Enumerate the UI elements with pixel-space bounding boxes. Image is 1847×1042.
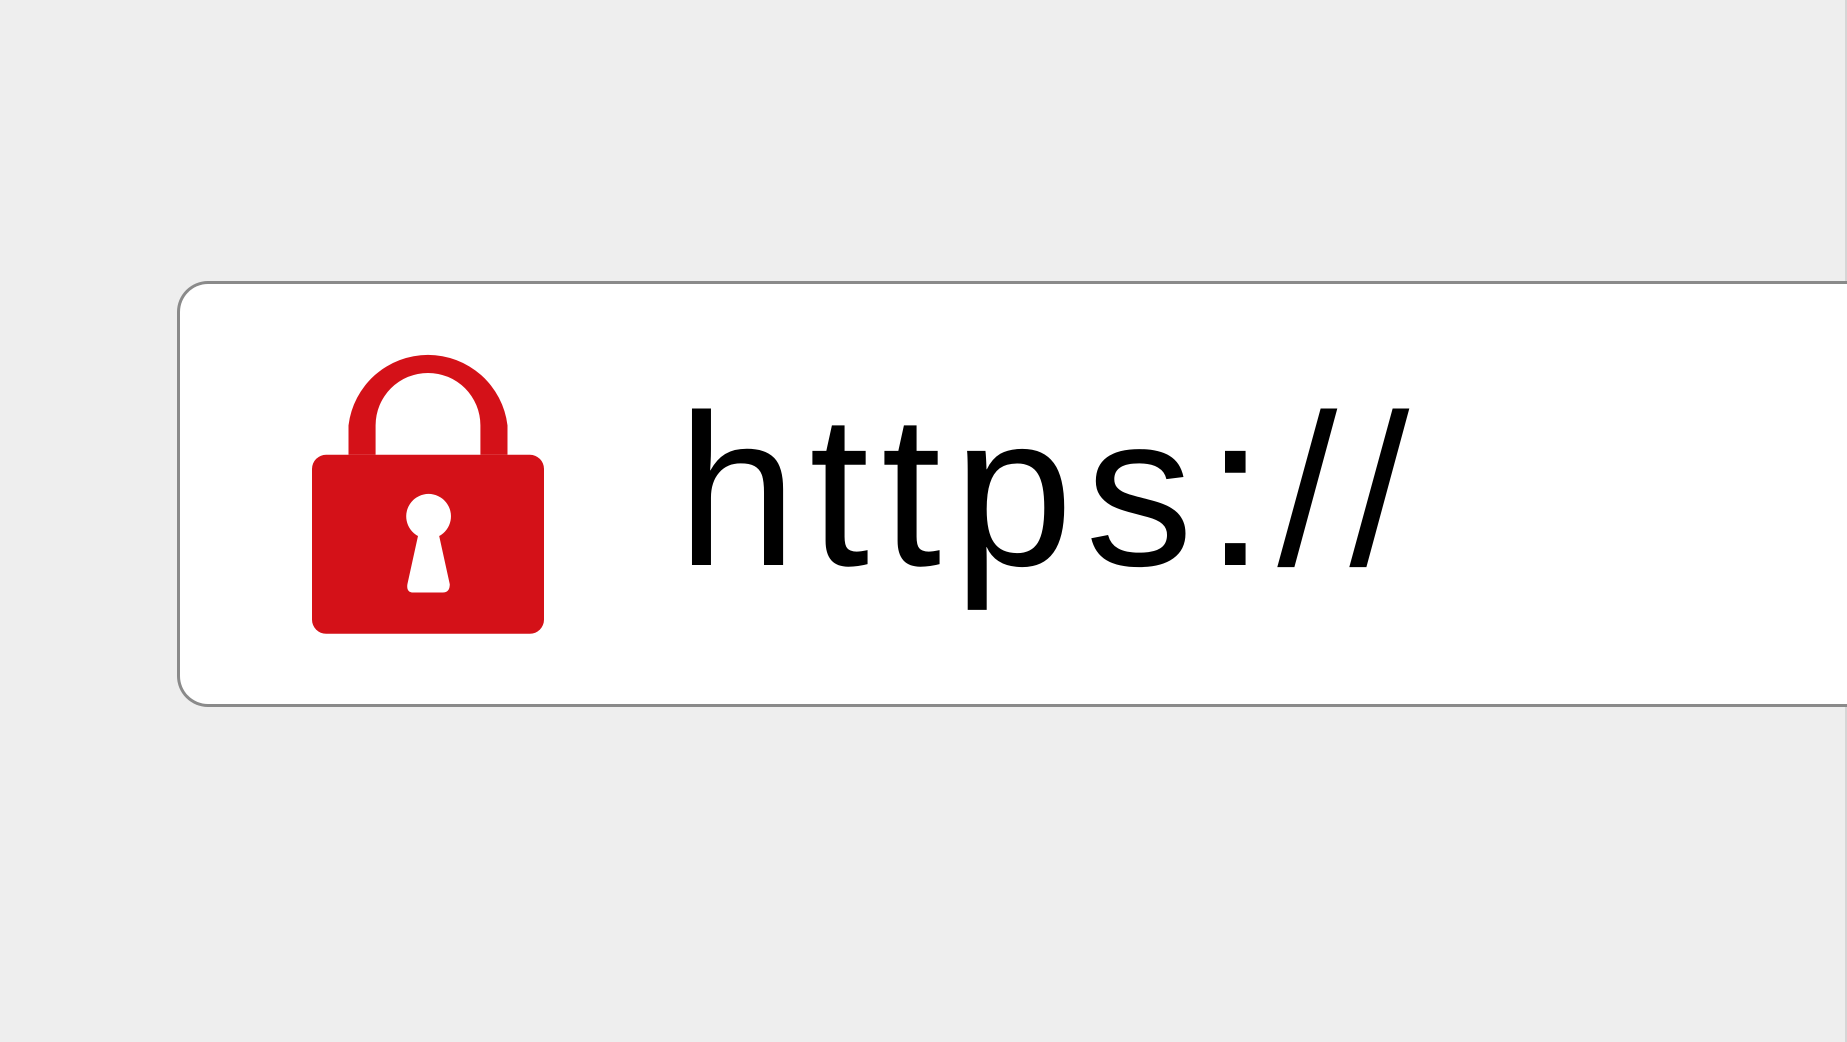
padlock-icon[interactable] [312, 345, 544, 634]
url-text[interactable]: https:// [677, 360, 1421, 620]
